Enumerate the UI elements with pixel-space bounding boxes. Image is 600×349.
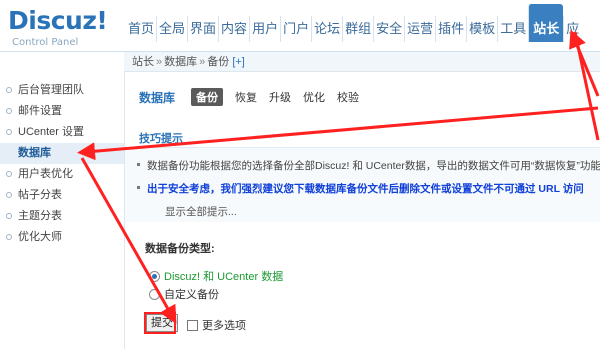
sidebar-item-label: 用户表优化 [18, 168, 73, 180]
sidebar-item[interactable]: 帖子分表 [0, 185, 124, 206]
top-nav: 首页 全局 界面 内容 用户 门户 论坛 群组 安全 运营 插件 模板 工具 站长应 [126, 4, 581, 42]
tip-security-warning: 出于安全考虑，我们强烈建议您下载数据库备份文件后删除文件或设置文件不可通过 UR… [137, 181, 584, 196]
sidebar-item-label: 数据库 [18, 147, 51, 159]
full-backup-label: Discuz! 和 UCenter 数据 [164, 271, 284, 283]
sidebar-item[interactable]: 数据库 [0, 143, 124, 164]
topnav-item[interactable]: 界面 [187, 16, 218, 42]
bullet-icon [6, 213, 12, 219]
more-options[interactable]: 更多选项 [187, 317, 246, 333]
topnav-item[interactable]: 用户 [249, 16, 280, 42]
more-options-label: 更多选项 [202, 320, 246, 332]
breadcrumb-separator: » [199, 56, 206, 68]
tips-panel: 数据备份功能根据您的选择备份全部Discuz! 和 UCenter数据，导出的数… [125, 148, 600, 222]
bullet-icon [6, 108, 12, 114]
bullet-icon [6, 171, 12, 177]
breadcrumb-item-database[interactable]: 数据库 [164, 56, 197, 68]
tab[interactable]: 升级 [269, 89, 291, 105]
bullet-icon [6, 192, 12, 198]
custom-backup-label: 自定义备份 [164, 289, 219, 301]
logo-subtitle: Control Panel [12, 37, 79, 48]
topnav-item[interactable]: 站长 [528, 4, 564, 42]
tab[interactable]: 校验 [337, 89, 359, 105]
bullet-icon [6, 234, 12, 240]
breadcrumb-item-admin[interactable]: 站长 [132, 56, 154, 68]
topnav-item[interactable]: 全局 [156, 16, 187, 42]
topnav-item[interactable]: 应 [563, 16, 581, 42]
logo[interactable]: Discuz! Control Panel [8, 6, 118, 50]
backup-type-label: 数据备份类型: [145, 243, 215, 255]
tab[interactable]: 恢复 [235, 89, 257, 105]
sidebar-item-label: 帖子分表 [18, 189, 62, 201]
show-all-tips-link[interactable]: 显示全部提示... [165, 204, 237, 219]
tip-backup-info: 数据备份功能根据您的选择备份全部Discuz! 和 UCenter数据，导出的数… [137, 158, 600, 173]
topnav-item[interactable]: 运营 [404, 16, 435, 42]
sidebar-item[interactable]: UCenter 设置 [0, 122, 124, 143]
bullet-icon [6, 87, 12, 93]
topnav-item[interactable]: 论坛 [311, 16, 342, 42]
tip-text: 数据备份功能根据您的选择备份全部Discuz! 和 UCenter数据，导出的数… [147, 160, 600, 172]
sidebar-item-label: 优化大师 [18, 231, 62, 243]
breadcrumb: 站长» 数据库» 备份 [+] [124, 52, 600, 72]
sidebar-item[interactable]: 主题分表 [0, 206, 124, 227]
breadcrumb-separator: » [156, 56, 163, 68]
custom-backup-radio[interactable] [149, 288, 160, 300]
topnav-item[interactable]: 门户 [280, 16, 311, 42]
sidebar: 后台管理团队 邮件设置 UCenter 设置 数据库用户表优化帖子分表主题分表优化大师 [0, 80, 124, 248]
topnav-item[interactable]: 内容 [218, 16, 249, 42]
bullet-icon [6, 129, 12, 135]
tips-header: 技巧提示 [139, 130, 600, 148]
sidebar-item[interactable]: 优化大师 [0, 227, 124, 248]
topnav-item[interactable]: 插件 [435, 16, 466, 42]
tab[interactable]: 备份 [191, 88, 224, 106]
breadcrumb-item-backup: 备份 [207, 56, 230, 68]
logo-title: Discuz! [8, 6, 108, 35]
more-options-checkbox[interactable] [187, 319, 198, 331]
sidebar-item-label: UCenter 设置 [18, 126, 85, 138]
tab-bar: 数据库 备份 恢复 升级 优化 校验 [139, 88, 371, 106]
sidebar-item-label: 邮件设置 [18, 105, 62, 117]
topnav-item[interactable]: 安全 [373, 16, 404, 42]
section-title: 数据库 [139, 90, 176, 105]
sidebar-item[interactable]: 用户表优化 [0, 164, 124, 185]
bullet-icon [137, 186, 140, 189]
topnav-item[interactable]: 模板 [466, 16, 497, 42]
option-full-backup[interactable]: Discuz! 和 UCenter 数据 [149, 268, 283, 284]
sidebar-item[interactable]: 后台管理团队 [0, 80, 124, 101]
topnav-item[interactable]: 群组 [342, 16, 373, 42]
option-custom-backup[interactable]: 自定义备份 [149, 286, 219, 302]
admin-panel: Discuz! Control Panel 首页 全局 界面 内容 用户 门户 论坛 群组 安全… [0, 0, 600, 349]
add-shortcut-link[interactable]: [+] [232, 56, 245, 68]
topnav-item[interactable]: 工具 [497, 16, 528, 42]
sidebar-item-label: 主题分表 [18, 210, 62, 222]
submit-button[interactable]: 提交 [146, 314, 178, 332]
sidebar-item[interactable]: 邮件设置 [0, 101, 124, 122]
tip-text: 出于安全考虑，我们强烈建议您下载数据库备份文件后删除文件或设置文件不可通过 UR… [147, 183, 584, 195]
sidebar-item-label: 后台管理团队 [18, 84, 84, 96]
full-backup-radio[interactable] [149, 270, 160, 282]
bullet-icon [137, 163, 140, 166]
topnav-item[interactable]: 首页 [126, 16, 156, 42]
header: Discuz! Control Panel 首页 全局 界面 内容 用户 门户 论坛 群组 安全… [0, 0, 600, 52]
main-content: 数据库 备份 恢复 升级 优化 校验 技巧提示 数据备份功能根据您的选择备份全部Disc… [124, 72, 600, 349]
tab[interactable]: 优化 [303, 89, 325, 105]
